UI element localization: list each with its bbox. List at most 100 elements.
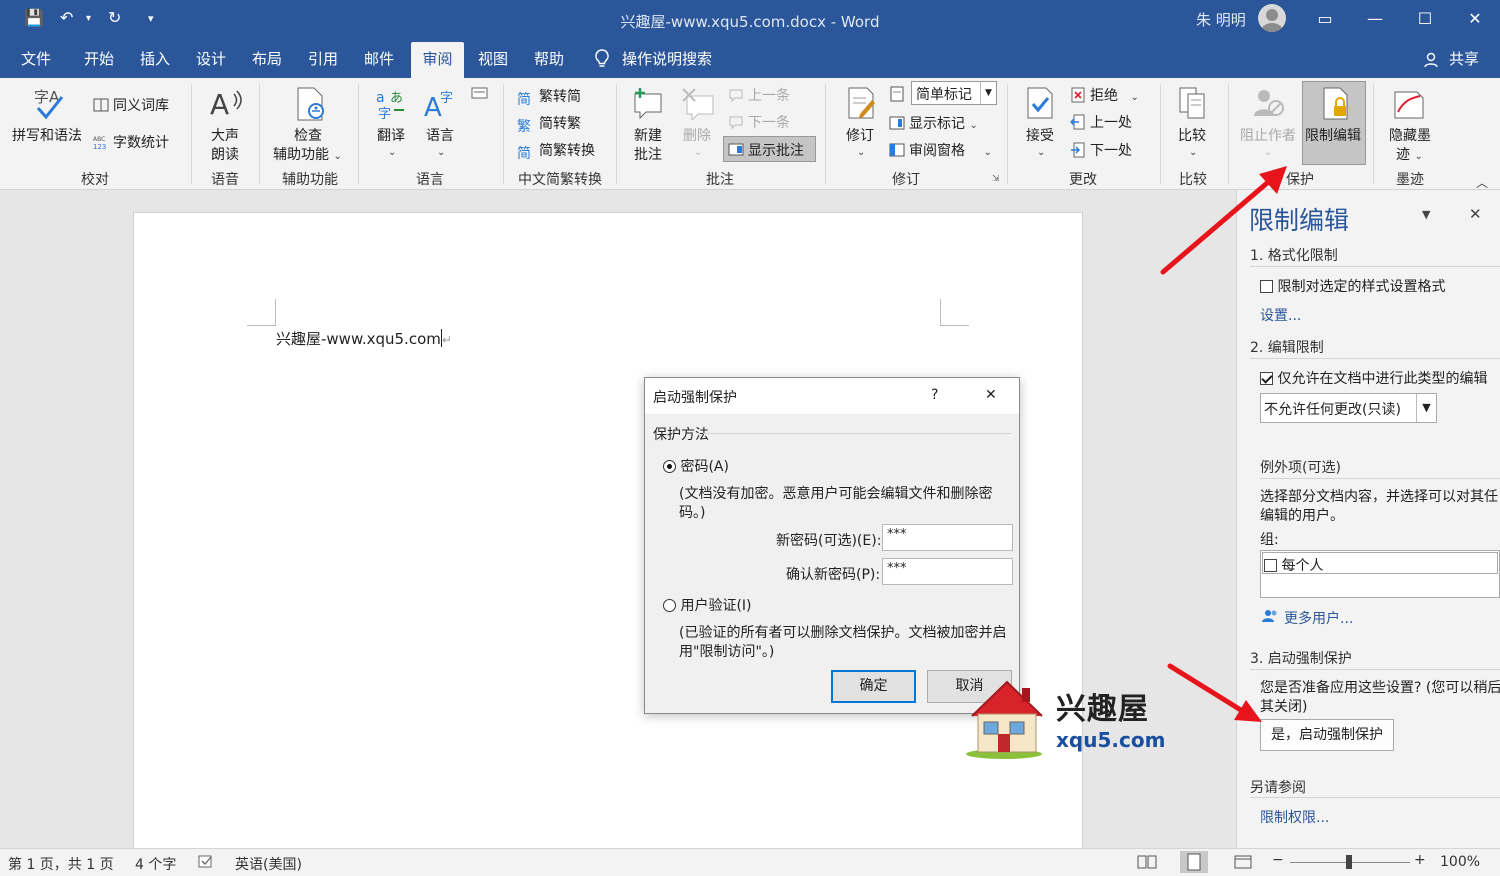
zoom-out-button[interactable]: − — [1272, 852, 1284, 868]
protection-method-heading: 保护方法 — [653, 427, 709, 443]
zoom-slider-thumb[interactable] — [1346, 855, 1352, 869]
dialog-launcher-icon[interactable]: ⇲ — [992, 174, 1000, 184]
tab-home[interactable]: 开始 — [73, 40, 125, 78]
reject-button[interactable]: 拒绝 ⌄ — [1070, 85, 1139, 105]
language-status[interactable]: 英语(美国) — [235, 854, 302, 874]
user-authentication-radio[interactable] — [663, 599, 676, 612]
maximize-button[interactable]: ☐ — [1410, 6, 1440, 32]
dialog-close-icon[interactable]: ✕ — [985, 387, 997, 403]
tab-review[interactable]: 审阅 — [411, 42, 464, 78]
show-comments-toggle[interactable]: 显示批注 — [723, 136, 816, 162]
track-changes-button[interactable]: 修订 — [846, 125, 874, 145]
block-authors-dropdown-icon[interactable]: ⌄ — [1264, 143, 1272, 159]
hide-ink-line2[interactable]: 迹 ⌄ — [1396, 144, 1423, 164]
zoom-level[interactable]: 100% — [1440, 854, 1480, 870]
spelling-grammar-button[interactable]: 拼写和语法 — [12, 125, 82, 145]
markup-display-select[interactable]: 简单标记 ▼ — [911, 81, 997, 105]
read-aloud-button-line2[interactable]: 朗读 — [211, 144, 239, 164]
editing-type-select[interactable]: 不允许任何更改(只读) ▼ — [1260, 393, 1437, 423]
minimize-button[interactable]: — — [1360, 6, 1390, 32]
user-name[interactable]: 朱 明明 — [1196, 9, 1246, 30]
accept-button[interactable]: 接受 — [1026, 125, 1054, 145]
exceptions-heading: 例外项(可选) — [1260, 460, 1341, 476]
avatar[interactable] — [1258, 4, 1286, 32]
read-aloud-button-line1[interactable]: 大声 — [211, 125, 239, 145]
format-restriction-checkbox-row[interactable]: 限制对选定的样式设置格式 — [1260, 276, 1445, 296]
share-button[interactable]: 共享 — [1444, 40, 1484, 78]
tell-me-search[interactable]: 操作说明搜索 — [622, 40, 722, 78]
track-changes-dropdown-icon[interactable]: ⌄ — [857, 143, 865, 159]
read-aloud-icon: A — [208, 86, 244, 126]
tab-mailings[interactable]: 邮件 — [353, 40, 405, 78]
tab-view[interactable]: 视图 — [467, 40, 519, 78]
tab-references[interactable]: 引用 — [297, 40, 349, 78]
accessibility-check-line2[interactable]: 辅助功能 ⌄ — [273, 144, 342, 164]
traditional-to-simplified-button[interactable]: 简繁转简 — [517, 86, 581, 108]
group-separator — [1228, 84, 1229, 184]
word-count-button[interactable]: ABC 123 字数统计 — [93, 132, 169, 152]
editing-restriction-checkbox[interactable] — [1260, 372, 1273, 385]
collapse-ribbon-icon[interactable]: ︿ — [1476, 174, 1488, 191]
accept-dropdown-icon[interactable]: ⌄ — [1037, 143, 1045, 159]
tab-insert[interactable]: 插入 — [129, 40, 181, 78]
chinese-conversion-button[interactable]: 简简繁转换 — [517, 140, 595, 162]
previous-comment-icon — [728, 87, 744, 103]
close-window-button[interactable]: ✕ — [1460, 6, 1490, 32]
previous-comment-button[interactable]: 上一条 — [728, 85, 790, 105]
language-button[interactable]: 语言 — [426, 125, 454, 145]
thesaurus-button[interactable]: 同义词库 — [93, 95, 169, 115]
pane-options-icon[interactable]: ▼ — [1422, 208, 1430, 221]
hide-ink-line1[interactable]: 隐藏墨 — [1389, 125, 1431, 145]
restrict-editing-button[interactable]: 限制编辑 — [1302, 81, 1366, 165]
compare-dropdown-icon[interactable]: ⌄ — [1189, 143, 1197, 159]
language-dropdown-icon[interactable]: ⌄ — [437, 143, 445, 159]
word-count-status[interactable]: 4 个字 — [135, 854, 176, 874]
new-password-input[interactable]: *** — [882, 524, 1013, 551]
restrict-permission-link[interactable]: 限制权限... — [1260, 807, 1329, 827]
everyone-checkbox[interactable] — [1264, 559, 1277, 572]
show-markup-button[interactable]: 显示标记 ⌄ — [889, 113, 978, 133]
simplified-to-traditional-button[interactable]: 繁简转繁 — [517, 113, 581, 135]
next-change-button[interactable]: 下一处 — [1070, 140, 1132, 160]
chevron-down-icon: ⌄ — [983, 147, 992, 158]
ribbon-display-options-icon[interactable]: ▭ — [1310, 6, 1340, 32]
new-comment-line1[interactable]: 新建 — [634, 125, 662, 145]
read-mode-icon[interactable] — [1137, 855, 1157, 873]
translate-button[interactable]: 翻译 — [377, 125, 405, 145]
compare-button[interactable]: 比较 — [1178, 125, 1206, 145]
format-restriction-checkbox[interactable] — [1260, 280, 1273, 293]
password-radio[interactable] — [663, 460, 676, 473]
tab-help[interactable]: 帮助 — [523, 40, 575, 78]
everyone-list-item[interactable]: 每个人 — [1262, 552, 1498, 574]
tab-design[interactable]: 设计 — [185, 40, 237, 78]
tab-layout[interactable]: 布局 — [241, 40, 293, 78]
editing-restriction-checkbox-row[interactable]: 仅允许在文档中进行此类型的编辑 — [1260, 368, 1487, 388]
page-count-status[interactable]: 第 1 页，共 1 页 — [8, 854, 114, 874]
tab-file[interactable]: 文件 — [10, 40, 62, 78]
delete-dropdown-icon[interactable]: ⌄ — [694, 143, 702, 159]
block-authors-button[interactable]: 阻止作者 — [1240, 125, 1296, 145]
translate-dropdown-icon[interactable]: ⌄ — [388, 143, 396, 159]
previous-change-button[interactable]: 上一处 — [1069, 112, 1132, 132]
print-layout-icon[interactable] — [1180, 851, 1208, 873]
ok-button[interactable]: 确定 — [831, 670, 916, 703]
start-enforcing-protection-button[interactable]: 是，启动强制保护 — [1260, 719, 1394, 751]
language-settings-icon[interactable] — [471, 86, 489, 104]
proofing-status-icon[interactable] — [198, 855, 214, 873]
next-comment-button[interactable]: 下一条 — [728, 112, 790, 132]
reviewing-pane-button[interactable]: 审阅窗格 ⌄ — [889, 140, 992, 160]
zoom-in-button[interactable]: + — [1414, 852, 1426, 868]
accessibility-check-line1[interactable]: 检查 — [294, 125, 322, 145]
new-comment-line2[interactable]: 批注 — [634, 144, 662, 164]
web-layout-icon[interactable] — [1234, 855, 1254, 873]
confirm-password-input[interactable]: *** — [882, 558, 1013, 585]
pane-close-icon[interactable]: ✕ — [1469, 205, 1482, 223]
more-users-link[interactable]: 更多用户... — [1284, 608, 1353, 628]
settings-link[interactable]: 设置... — [1260, 305, 1301, 325]
delete-comment-button[interactable]: 删除 — [683, 125, 711, 145]
password-radio-option[interactable]: 密码(A) — [663, 456, 729, 476]
document-body-text[interactable]: 兴趣屋-www.xqu5.com↵ — [276, 328, 452, 349]
group-label-tracking: 修订 — [892, 172, 920, 188]
dialog-help-button[interactable]: ? — [931, 387, 938, 403]
user-authentication-radio-option[interactable]: 用户验证(I) — [663, 595, 752, 615]
